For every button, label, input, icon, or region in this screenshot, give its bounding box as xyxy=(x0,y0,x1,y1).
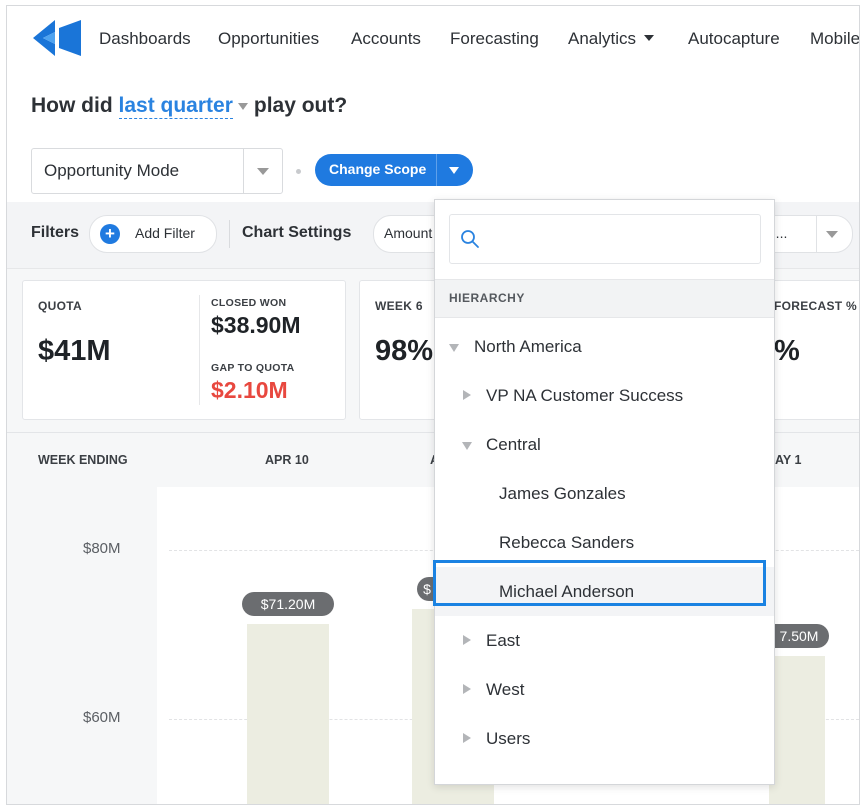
hierarchy-item-james-gonzales[interactable]: James Gonzales xyxy=(435,469,774,518)
hierarchy-item-label: James Gonzales xyxy=(499,484,626,503)
hierarchy-item-users[interactable]: Users xyxy=(435,714,774,763)
chevron-down-icon xyxy=(644,34,655,41)
change-scope-label: Change Scope xyxy=(329,161,427,177)
quota-value: $41M xyxy=(38,335,111,367)
filters-label: Filters xyxy=(31,224,80,241)
nav-autocapture[interactable]: Autocapture xyxy=(688,29,780,49)
page-title: How did last quarter play out? xyxy=(31,94,348,119)
scope-dropdown: HIERARCHY North America VP NA Customer S… xyxy=(434,199,775,785)
chart-bar[interactable] xyxy=(769,655,825,804)
add-filter-label: Add Filter xyxy=(135,225,195,241)
column-header: APR 10 xyxy=(265,453,309,467)
hierarchy-item-label: East xyxy=(486,631,521,650)
quota-label: QUOTA xyxy=(38,299,82,313)
add-filter-button[interactable]: + Add Filter xyxy=(89,215,217,253)
nav-forecasting[interactable]: Forecasting xyxy=(450,29,539,49)
app-window: Dashboards Opportunities Accounts Foreca… xyxy=(6,5,860,805)
caret-right-icon[interactable] xyxy=(463,733,471,743)
chevron-down-icon[interactable] xyxy=(826,231,838,238)
week-ending-header: WEEK ENDING xyxy=(38,453,128,467)
caret-down-icon[interactable] xyxy=(449,344,459,352)
question-bar: How did last quarter play out? xyxy=(7,74,859,139)
hierarchy-item-east[interactable]: East xyxy=(435,616,774,665)
separator-dot xyxy=(296,169,301,174)
search-icon xyxy=(461,230,479,248)
hierarchy-item-label: North America xyxy=(474,337,582,356)
hierarchy-item-west[interactable]: West xyxy=(435,665,774,714)
caret-down-icon[interactable] xyxy=(462,442,472,450)
mode-select-value: Opportunity Mode xyxy=(44,161,180,180)
mode-select[interactable]: Opportunity Mode xyxy=(31,148,283,194)
top-nav: Dashboards Opportunities Accounts Foreca… xyxy=(7,6,859,75)
hierarchy-item-label: Michael Anderson xyxy=(499,582,635,601)
hierarchy-label: HIERARCHY xyxy=(449,291,525,305)
quota-card: QUOTA $41M CLOSED WON $38.90M GAP TO QUO… xyxy=(22,280,346,420)
caret-right-icon[interactable] xyxy=(463,635,471,645)
y-tick-label: $80M xyxy=(83,540,121,557)
closed-won-value: $38.90M xyxy=(211,312,301,338)
caret-right-icon[interactable] xyxy=(463,390,471,400)
hierarchy-item-north-america[interactable]: North America xyxy=(435,322,774,371)
nav-accounts[interactable]: Accounts xyxy=(351,29,421,49)
nav-mobile[interactable]: Mobile xyxy=(810,29,859,49)
gap-to-quota-value: $2.10M xyxy=(211,377,288,403)
hierarchy-item-rebecca-sanders[interactable]: Rebecca Sanders xyxy=(435,518,774,567)
plus-icon: + xyxy=(100,224,120,244)
nav-opportunities[interactable]: Opportunities xyxy=(218,29,319,49)
chevron-down-icon[interactable] xyxy=(237,102,248,110)
week-value: 98% xyxy=(375,335,434,367)
app-logo-icon[interactable] xyxy=(29,14,85,62)
hierarchy-item-michael-anderson[interactable]: Michael Anderson xyxy=(435,567,774,616)
mode-bar: Opportunity Mode Change Scope xyxy=(7,138,859,203)
divider xyxy=(436,154,437,186)
title-prefix: How did xyxy=(31,94,113,117)
hierarchy-search-input[interactable] xyxy=(449,214,761,264)
divider xyxy=(816,216,817,252)
hierarchy-section-header: HIERARCHY xyxy=(435,279,774,318)
nav-dashboards[interactable]: Dashboards xyxy=(99,29,191,49)
forecast-value: % xyxy=(774,335,800,367)
bar-data-label: 7.50M xyxy=(769,623,829,648)
divider xyxy=(229,220,230,248)
chart-bar[interactable] xyxy=(247,624,329,804)
nav-analytics[interactable]: Analytics xyxy=(568,29,655,49)
bar-data-label: $71.20M xyxy=(242,592,334,617)
forecast-label: FORECAST % xyxy=(774,299,858,313)
y-axis-panel xyxy=(7,487,157,804)
hierarchy-item-label: VP NA Customer Success xyxy=(486,386,684,405)
gap-to-quota-label: GAP TO QUOTA xyxy=(211,362,295,374)
divider xyxy=(243,149,244,193)
chart-settings-label: Chart Settings xyxy=(242,224,352,241)
nav-analytics-label: Analytics xyxy=(568,29,637,48)
hierarchy-item-label: West xyxy=(486,680,525,699)
column-header: AY 1 xyxy=(775,453,802,467)
chevron-down-icon[interactable] xyxy=(449,167,459,174)
amount-select-value: Amount xyxy=(384,225,433,241)
divider xyxy=(199,295,200,405)
title-suffix: play out? xyxy=(253,94,348,117)
closed-won-label: CLOSED WON xyxy=(211,297,287,309)
hierarchy-item-central[interactable]: Central xyxy=(435,420,774,469)
caret-right-icon[interactable] xyxy=(463,684,471,694)
hierarchy-item-label: Users xyxy=(486,729,531,748)
week-label: WEEK 6 xyxy=(375,299,423,313)
hierarchy-item-label: Central xyxy=(486,435,541,454)
change-scope-button[interactable]: Change Scope xyxy=(315,154,473,186)
chevron-down-icon[interactable] xyxy=(257,168,269,175)
hierarchy-item-label: Rebecca Sanders xyxy=(499,533,635,552)
period-selector[interactable]: last quarter xyxy=(118,94,233,119)
hierarchy-item-vp-na-customer-success[interactable]: VP NA Customer Success xyxy=(435,371,774,420)
y-tick-label: $60M xyxy=(83,709,121,726)
